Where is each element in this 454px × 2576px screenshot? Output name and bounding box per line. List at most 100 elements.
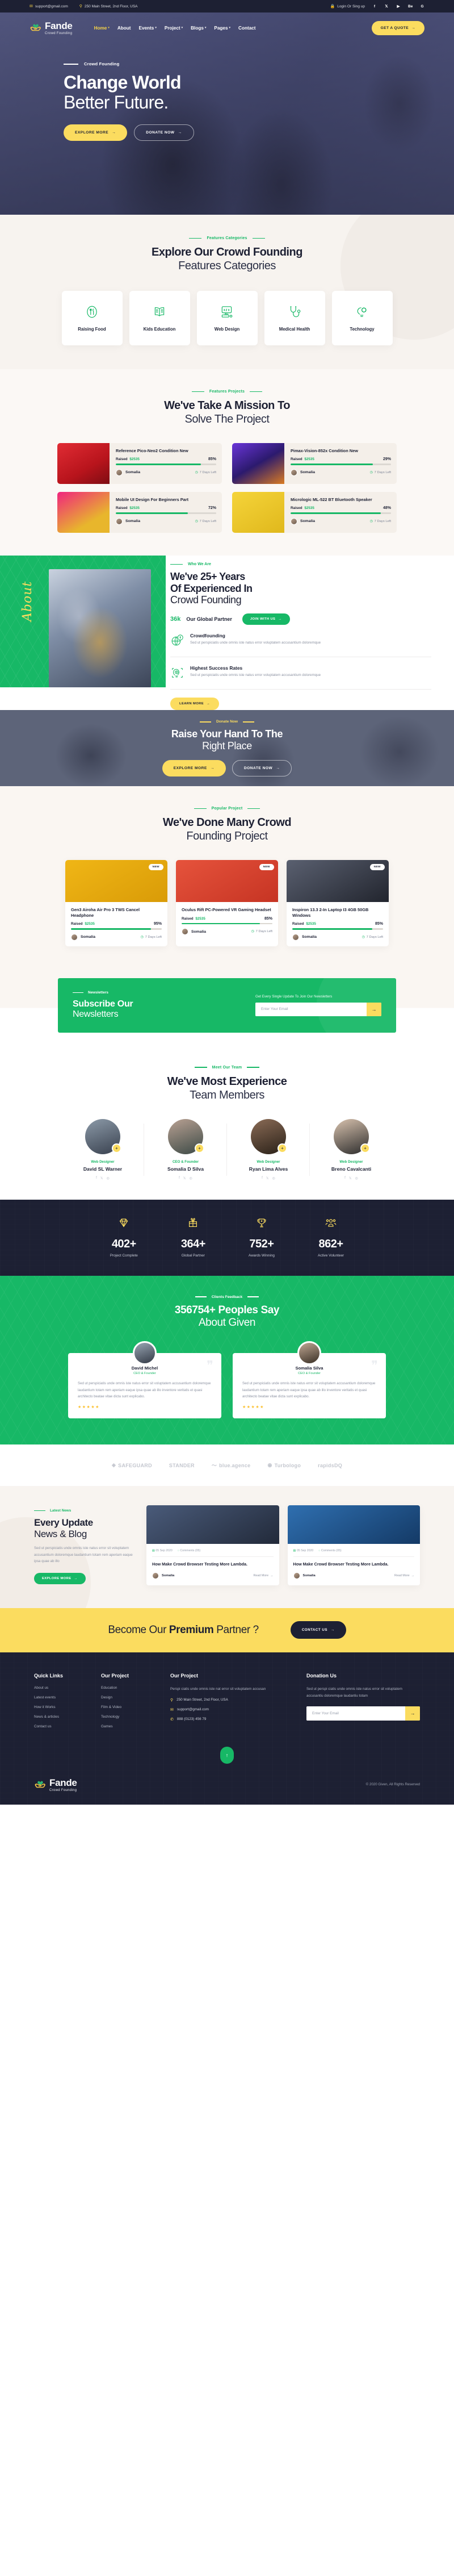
blog-card[interactable]: ▤ 05 Sep 2020 ◌ Comments (05) How Make C… [287,1505,420,1585]
nav-item-pages[interactable]: Pages ▾ [214,26,230,31]
feature-card-medical-health[interactable]: Medical Health [264,291,325,345]
youtube-icon[interactable]: ▶ [396,4,401,9]
footer-column-quick-links: Quick Links About us Latest events How i… [34,1673,101,1734]
team-title: We've Most Experience Team Members [0,1075,454,1102]
team-member-card[interactable]: + Web Designer David SL Warner f 𝕏 ◎ [66,1118,140,1180]
facebook-icon[interactable]: f [96,1176,97,1180]
instagram-icon[interactable]: ◎ [355,1176,358,1180]
behance-icon[interactable]: Be [408,5,413,9]
feature-card-technology[interactable]: Technology [331,291,393,345]
twitter-icon[interactable]: 𝕏 [349,1176,352,1180]
newsletter-email-input[interactable] [255,1002,367,1016]
footer-subscribe-button[interactable]: → [405,1706,420,1721]
scroll-to-top-button[interactable]: ↑ [220,1746,234,1764]
twitter-icon[interactable]: 𝕏 [266,1176,269,1180]
project-card[interactable]: Pimax-Vision-852x Condition New Raised $… [232,443,397,484]
twitter-icon[interactable]: 𝕏 [183,1176,186,1180]
footer-link-design[interactable]: Design [101,1696,170,1700]
about-learn-more-button[interactable]: LEARN MORE → [170,698,220,711]
project-author: Somalia [300,470,316,475]
team-member-card[interactable]: + Web Designer Ryan Lima Alves f 𝕏 ◎ [226,1118,305,1180]
blog-eyebrow-text: Latest News [50,1509,72,1513]
popular-card[interactable]: NEW Gen3 Airoha Air Pro 3 TWS Cancel Hea… [65,860,167,946]
newsletter-form: → [255,1002,381,1016]
nav-item-home[interactable]: Home ▾ [94,26,110,31]
add-member-icon[interactable]: + [360,1143,370,1153]
footer-email[interactable]: ✉ support@gmail.com [170,1707,281,1712]
feature-card-kids-education[interactable]: Kids Education [129,291,190,345]
add-member-icon[interactable]: + [278,1143,287,1153]
read-more-link[interactable]: Read More → [394,1574,414,1577]
google-icon[interactable]: G [420,5,424,9]
footer-phone[interactable]: ✆ 888 (0123) 456 79 [170,1717,281,1722]
footer-link-how-it-works[interactable]: How it Works [34,1705,101,1709]
instagram-icon[interactable]: ◎ [272,1176,275,1180]
counter-global-partner: 364+ Global Partner [181,1217,205,1258]
days-left: ◷ 7 Days Left [141,936,162,939]
newsletter-submit-button[interactable]: → [367,1002,381,1016]
add-member-icon[interactable]: + [112,1143,121,1153]
facebook-icon[interactable]: f [372,5,377,9]
footer-heading: Donation Us [306,1672,337,1679]
join-with-us-button[interactable]: JOIN WITH US → [242,613,290,625]
avatar [293,1572,300,1579]
team-member-card[interactable]: + Web Designer Breno Cavalcanti f 𝕏 ◎ [309,1118,388,1180]
project-card[interactable]: Micrologic ML-522 BT Bluetooth Speaker R… [232,492,397,533]
nav-item-events[interactable]: Events ▾ [138,26,156,31]
raise-donate-now-button[interactable]: DONATE NOW → [232,759,292,776]
popular-card[interactable]: NEW Oculus Rift PC-Powered VR Gaming Hea… [176,860,278,946]
footer-link-film-video[interactable]: Film & Video [101,1705,170,1709]
contact-us-button[interactable]: CONTACT US → [290,1621,346,1639]
nav-item-about[interactable]: About [117,26,131,31]
nav-item-blogs[interactable]: Blogs ▾ [191,26,206,31]
feature-card-web-design[interactable]: Web Design [196,291,258,345]
read-more-link[interactable]: Read More → [253,1574,273,1577]
counter-label: Project Complete [110,1253,138,1258]
arrow-right-icon: → [411,26,415,30]
facebook-icon[interactable]: f [344,1176,346,1180]
footer-link-games[interactable]: Games [101,1725,170,1729]
raise-explore-more-button[interactable]: EXPLORE MORE → [162,759,226,776]
monitor-code-icon [220,304,234,322]
blog-description: Sed ut perspiciatis unde omnis iste natu… [34,1546,133,1564]
twitter-icon[interactable]: 𝕏 [100,1176,103,1180]
contact-email[interactable]: ✉ support@gmail.com [30,5,68,9]
hero-donate-now-button[interactable]: DONATE NOW → [134,124,194,141]
login-signup-link[interactable]: 🔒 Login Or Sing up [330,5,365,9]
footer-email-input[interactable] [306,1706,405,1721]
add-member-icon[interactable]: + [195,1143,204,1153]
blog-card[interactable]: ▤ 05 Sep 2020 ◌ Comments (05) How Make C… [146,1505,279,1585]
about-photo [49,569,151,687]
footer-link-education[interactable]: Education [101,1686,170,1690]
team-member-card[interactable]: + CEO & Founder Somalia D Silva f 𝕏 ◎ [144,1118,222,1180]
footer-logo[interactable]: Fande Crowd Founding [34,1777,77,1792]
facebook-icon[interactable]: f [179,1176,180,1180]
footer-link-technology[interactable]: Technology [101,1715,170,1719]
facebook-icon[interactable]: f [262,1176,263,1180]
arrow-right-icon: → [74,1576,78,1580]
arrow-right-icon: → [206,702,211,706]
footer-link-contact-us[interactable]: Contact us [34,1725,101,1729]
progress-bar [291,512,391,514]
footer-link-latest-events[interactable]: Latest events [34,1696,101,1700]
popular-card[interactable]: NEW Inspiron 13.3 2-In Laptop I3 4GB 50G… [287,860,389,946]
team-section: Meet Our Team We've Most Experience Team… [0,1043,454,1200]
feature-card-raising-food[interactable]: Raising Food [61,291,123,345]
blog-explore-more-button[interactable]: EXPLORE MORE → [34,1572,86,1584]
footer-link-about-us[interactable]: About us [34,1686,101,1690]
hero-explore-more-button[interactable]: EXPLORE MORE → [64,124,128,141]
get-a-quote-button[interactable]: GET A QUOTE → [371,20,424,35]
testimonial-text: Sed ut perspiciatis unde omnis iste natu… [78,1381,211,1398]
feature-label: Technology [350,327,375,332]
project-card[interactable]: Reference Pico-Neo2 Condition New Raised… [57,443,222,484]
title-thin: News & Blog [34,1528,87,1539]
instagram-icon[interactable]: ◎ [107,1176,110,1180]
twitter-icon[interactable]: 𝕏 [384,4,389,9]
nav-item-project[interactable]: Project ▾ [165,26,183,31]
footer-link-news-articles[interactable]: News & articles [34,1715,101,1719]
nav-item-contact[interactable]: Contact [238,26,255,31]
counter-label: Global Partner [181,1253,205,1258]
instagram-icon[interactable]: ◎ [190,1176,192,1180]
site-logo[interactable]: Fande Crowd Founding [30,20,73,35]
project-card[interactable]: Mobile UI Design For Beginners Part Rais… [57,492,222,533]
